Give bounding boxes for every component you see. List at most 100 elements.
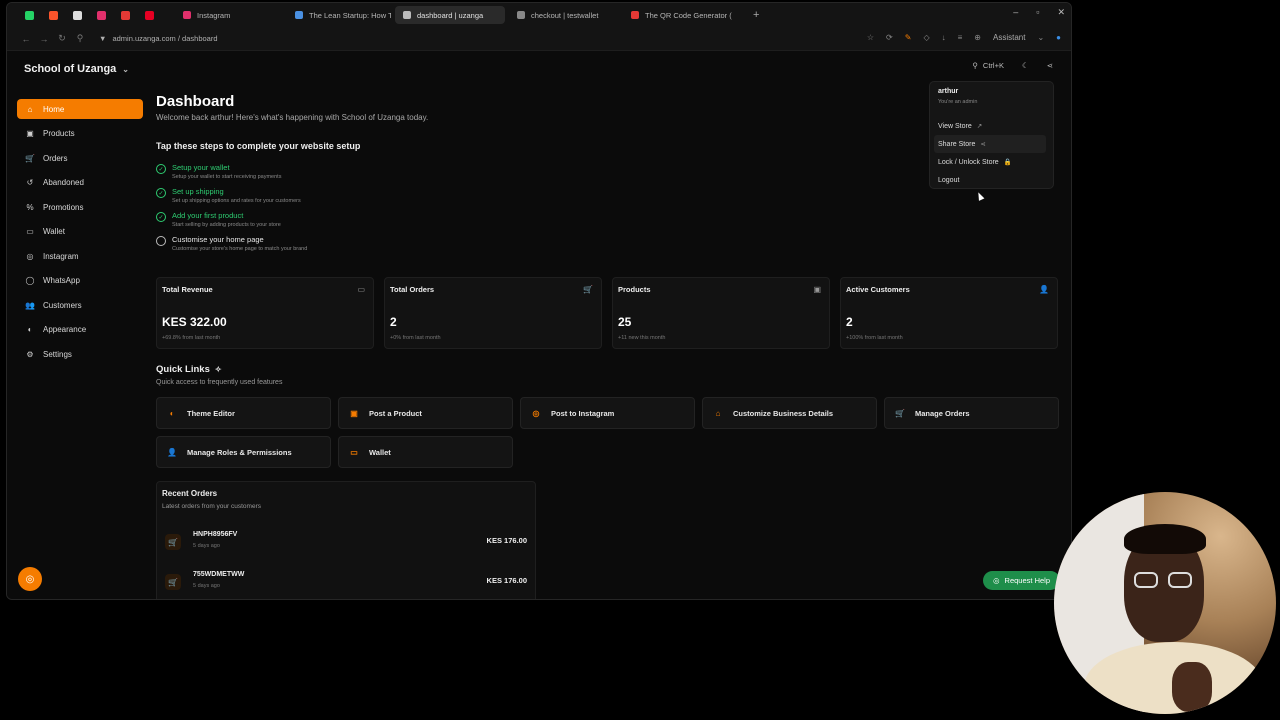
menu-item-lock-unlock-store[interactable]: Lock / Unlock Store 🔒 — [938, 153, 1045, 171]
menu-item-logout[interactable]: Logout — [938, 171, 1045, 189]
sidebar-item-wallet[interactable]: ▭ Wallet — [17, 222, 143, 242]
reload-icon[interactable]: ↻ — [53, 33, 71, 44]
pen-icon[interactable]: ✎ — [905, 33, 912, 42]
site-settings-icon[interactable]: ⚲ — [71, 33, 89, 44]
sidebar-item-label: Settings — [43, 349, 72, 359]
stat-value: KES 322.00 — [162, 315, 227, 329]
sidebar-item-label: Appearance — [43, 325, 87, 334]
cart-icon: 🛒 — [25, 153, 35, 163]
stat-card: Total Orders 🛒 2 +0% from last month — [384, 277, 602, 349]
menu-item-label: Share Store — [938, 140, 976, 148]
stat-label: Total Revenue — [162, 285, 213, 294]
sidebar-item-label: Abandoned — [43, 178, 84, 187]
quick-link[interactable]: ▭ Wallet — [338, 436, 513, 468]
address-bar: ← → ↻ ⚲ ▼ admin.uzanga.com / dashboard ☆… — [7, 27, 1071, 51]
order-row[interactable]: 🛒 HNPH8956FV 5 days ago KES 176.00 — [165, 530, 527, 560]
help-button[interactable]: ◎ — [18, 567, 42, 591]
tabs: Instagram The Lean Startup: How To dashboa… — [175, 6, 745, 24]
theme-toggle-icon[interactable]: ☾ — [1022, 61, 1029, 70]
stat-value: 2 — [390, 315, 397, 329]
menu-item-view-store[interactable]: View Store ↗ — [938, 117, 1045, 135]
store-switcher[interactable]: School of Uzanga ⌄ — [24, 63, 129, 75]
sidebar-item-label: Instagram — [43, 251, 79, 261]
quick-link[interactable]: ◐ Theme Editor — [156, 397, 331, 429]
check-circle-icon: ✓ — [156, 164, 166, 174]
quick-link[interactable]: ⌂ Customize Business Details — [702, 397, 877, 429]
setup-step[interactable]: ✓Customise your home pageCustomise your … — [156, 235, 307, 252]
extension-icon[interactable]: ◇ — [923, 33, 929, 42]
back-icon[interactable]: ← — [17, 34, 35, 44]
stat-card: Active Customers 👤 2 +100% from last month — [840, 277, 1058, 349]
cart-icon: 🛒 — [583, 285, 593, 294]
step-title: Set up shipping — [172, 187, 224, 196]
sidebar-item-whatsapp[interactable]: ◯ WhatsApp — [17, 271, 143, 291]
sidebar-item-instagram[interactable]: ◎ Instagram — [17, 246, 143, 266]
browser-tab[interactable]: The QR Code Generator ( — [623, 6, 741, 24]
apps-icon[interactable]: ⊕ — [974, 33, 981, 42]
quick-link[interactable]: 👤 Manage Roles & Permissions — [156, 436, 331, 468]
sidebar-item-promotions[interactable]: % Promotions — [17, 197, 143, 217]
setup-step[interactable]: ✓ Add your first product Start selling by … — [156, 211, 307, 228]
bookmark-star-icon[interactable]: ☆ — [867, 33, 874, 42]
minimize-icon[interactable]: – — [1013, 7, 1018, 18]
recent-orders-subtitle: Latest orders from your customers — [162, 503, 261, 510]
new-tab-button[interactable]: + — [753, 9, 759, 21]
sidebar-item-products[interactable]: ▣ Products — [17, 124, 143, 144]
profile-icon[interactable]: ● — [1056, 33, 1061, 42]
sidebar-item-orders[interactable]: 🛒 Orders — [17, 148, 143, 168]
box-icon: ▣ — [26, 129, 34, 138]
step-body: Set up shipping Set up shipping options a… — [172, 187, 301, 204]
browser-tab[interactable]: checkout | testwallet — [509, 6, 619, 24]
menu-role: You're an admin — [938, 99, 978, 105]
search-button[interactable]: ⚲ Ctrl+K — [972, 61, 1004, 70]
order-id: HNPH8956FV — [193, 531, 238, 538]
sparkle-icon: ✧ — [214, 365, 222, 374]
quick-link[interactable]: 🛒 Manage Orders — [884, 397, 1059, 429]
quick-link[interactable]: ▣ Post a Product — [338, 397, 513, 429]
close-icon[interactable]: ✕ — [1057, 7, 1065, 18]
forward-icon[interactable]: → — [35, 34, 53, 44]
sidebar-item-appearance[interactable]: ◐ Appearance — [17, 320, 143, 340]
search-shortcut: Ctrl+K — [982, 61, 1004, 70]
pinned-tab[interactable] — [41, 5, 65, 25]
quick-links-heading: Quick Links — [156, 364, 210, 375]
link-icon[interactable]: ⟳ — [886, 33, 893, 42]
assistant-button[interactable]: Assistant — [993, 33, 1025, 42]
app-icon — [120, 10, 130, 20]
quick-link[interactable]: ◎ Post to Instagram — [520, 397, 695, 429]
sidebar-item-label: Products — [43, 129, 75, 138]
stat-label: Products — [618, 285, 651, 294]
request-help-button[interactable]: ◎ Request Help — [983, 571, 1060, 590]
setup-step[interactable]: ✓ Setup your wallet Setup your wallet to s… — [156, 163, 307, 180]
browser-tab[interactable]: Instagram — [175, 6, 283, 24]
maximize-icon[interactable]: ▫ — [1036, 7, 1039, 18]
box-icon: ▣ — [813, 285, 821, 294]
sidebar-item-settings[interactable]: ⚙ Settings — [17, 344, 143, 364]
browser-tab[interactable]: The Lean Startup: How To — [287, 6, 391, 24]
tab-bar: Instagram The Lean Startup: How To dashboa… — [7, 3, 1071, 27]
stat-change: +69.8% from last month — [162, 335, 221, 341]
sidebar-toggle-icon[interactable]: ≡ — [958, 33, 963, 42]
sidebar-item-home[interactable]: ⌂ Home — [17, 99, 143, 119]
setup-step[interactable]: ✓ Set up shipping Set up shipping options … — [156, 187, 307, 204]
tab-label: The Lean Startup: How To — [309, 10, 391, 20]
pinned-tab[interactable] — [137, 5, 161, 25]
chevron-down-icon[interactable]: ⌄ — [1037, 33, 1044, 42]
url-field[interactable]: ▼ admin.uzanga.com / dashboard — [99, 34, 218, 43]
sidebar-item-customers[interactable]: 👥 Customers — [17, 295, 143, 315]
download-icon[interactable]: ↓ — [942, 33, 946, 42]
menu-item-share-store[interactable]: Share Store ⋖ — [934, 135, 1046, 153]
pinned-tab[interactable] — [65, 5, 89, 25]
pinned-tab[interactable] — [17, 5, 41, 25]
instagram-icon: ◎ — [532, 408, 540, 418]
window-controls: – ▫ ✕ — [1013, 7, 1065, 18]
whatsapp-icon — [24, 10, 34, 20]
share-icon[interactable]: ⋖ — [1047, 61, 1053, 70]
sidebar-item-abandoned[interactable]: ↺ Abandoned — [17, 173, 143, 193]
pinned-tab[interactable] — [113, 5, 137, 25]
browser-tab[interactable]: dashboard | uzanga — [395, 6, 505, 24]
stat-label: Total Orders — [390, 285, 435, 294]
pinned-tab[interactable] — [89, 5, 113, 25]
order-row[interactable]: 🛒 755WDMETWW 5 days ago KES 176.00 — [165, 570, 527, 599]
share-icon: ⋖ — [980, 141, 986, 148]
